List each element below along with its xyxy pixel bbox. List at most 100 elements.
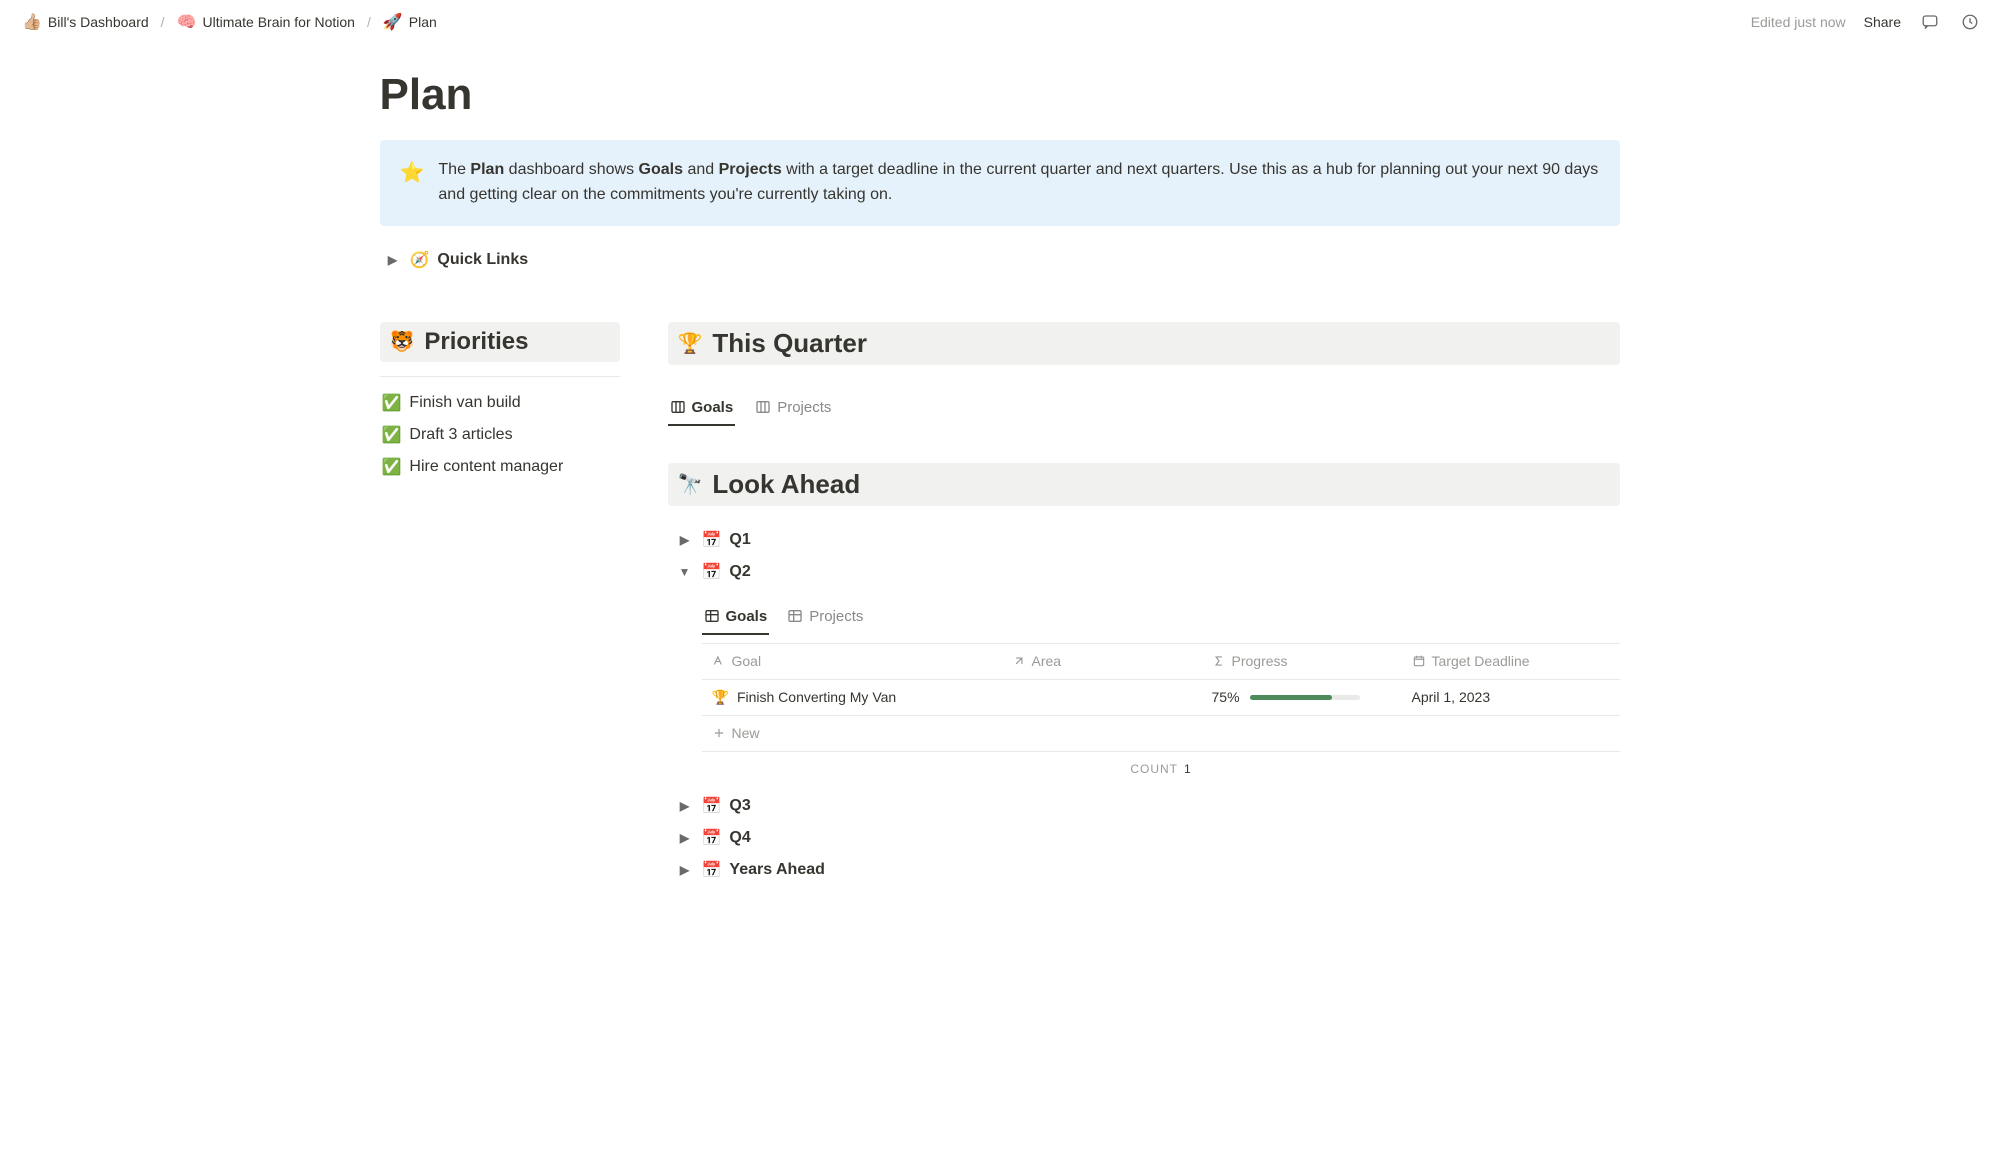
toggle-label: Q2 <box>729 563 750 581</box>
comments-icon[interactable] <box>1919 11 1941 33</box>
text-icon <box>712 654 726 668</box>
trophy-icon: 🏆 <box>712 689 729 706</box>
calendar-icon: 📅 <box>702 828 722 848</box>
q2-body: Goals Projects Goal <box>668 602 1620 790</box>
breadcrumb-sep: / <box>367 14 371 30</box>
telescope-icon: 🔭 <box>678 472 703 497</box>
toggle-label: Q3 <box>729 797 750 815</box>
section-heading-this-quarter[interactable]: 🏆 This Quarter <box>668 322 1620 365</box>
topbar: 👍🏼 Bill's Dashboard / 🧠 Ultimate Brain f… <box>0 0 1999 40</box>
progress-fill <box>1250 695 1333 700</box>
section-title: This Quarter <box>712 328 867 359</box>
tabs-this-quarter: Goals Projects <box>668 393 1620 427</box>
breadcrumb-item-brain[interactable]: 🧠 Ultimate Brain for Notion <box>173 10 359 34</box>
section-title: Look Ahead <box>712 469 860 500</box>
priority-item[interactable]: ✅ Hire content manager <box>380 451 620 483</box>
callout[interactable]: ⭐ The Plan dashboard shows Goals and Pro… <box>380 140 1620 226</box>
table-icon <box>704 608 720 624</box>
new-row[interactable]: New <box>702 716 1620 752</box>
col-label: Area <box>1032 653 1062 669</box>
col-area[interactable]: Area <box>1002 647 1202 675</box>
progress-bar <box>1250 695 1360 700</box>
toggle-years-ahead[interactable]: ▶ 📅 Years Ahead <box>668 854 1620 886</box>
breadcrumb-sep: / <box>161 14 165 30</box>
col-deadline[interactable]: Target Deadline <box>1402 647 1620 675</box>
toggle-q2[interactable]: ▼ 📅 Q2 <box>668 556 1620 588</box>
section-heading-look-ahead[interactable]: 🔭 Look Ahead <box>668 463 1620 506</box>
callout-text: The Plan dashboard shows Goals and Proje… <box>438 158 1599 208</box>
tab-label: Goals <box>692 399 734 416</box>
priority-label: Hire content manager <box>409 458 563 476</box>
priority-item[interactable]: ✅ Draft 3 articles <box>380 419 620 451</box>
star-icon: ⭐ <box>400 158 425 208</box>
thumbs-up-icon: 👍🏼 <box>22 12 42 32</box>
priorities-column: 🐯 Priorities ✅ Finish van build ✅ Draft … <box>380 322 620 886</box>
calendar-icon: 📅 <box>702 796 722 816</box>
date-icon <box>1412 654 1426 668</box>
rocket-icon: 🚀 <box>383 12 403 32</box>
priority-item[interactable]: ✅ Finish van build <box>380 387 620 419</box>
caret-right-icon: ▶ <box>384 251 402 269</box>
new-label: New <box>732 725 760 741</box>
table-row[interactable]: 🏆 Finish Converting My Van 75% April 1, <box>702 680 1620 716</box>
tab-q2-goals[interactable]: Goals <box>702 602 770 635</box>
toggle-q4[interactable]: ▶ 📅 Q4 <box>668 822 1620 854</box>
toggle-q3[interactable]: ▶ 📅 Q3 <box>668 790 1620 822</box>
tab-label: Goals <box>726 608 768 625</box>
toggle-label: Quick Links <box>437 251 528 269</box>
divider <box>380 376 620 377</box>
page: Plan ⭐ The Plan dashboard shows Goals an… <box>340 40 1660 946</box>
col-goal[interactable]: Goal <box>702 647 1002 675</box>
toggle-q1[interactable]: ▶ 📅 Q1 <box>668 524 1620 556</box>
tab-goals[interactable]: Goals <box>668 393 736 426</box>
compass-icon: 🧭 <box>410 250 430 270</box>
cell-deadline: April 1, 2023 <box>1402 681 1620 713</box>
col-label: Goal <box>732 653 762 669</box>
tab-label: Projects <box>777 399 831 416</box>
count-label: COUNT <box>1130 762 1178 776</box>
caret-down-icon: ▼ <box>676 563 694 581</box>
col-label: Target Deadline <box>1432 653 1530 669</box>
count-value: 1 <box>1184 762 1191 776</box>
checkbox-icon: ✅ <box>382 393 402 413</box>
table-header: Goal Area Progress <box>702 644 1620 680</box>
topbar-right: Edited just now Share <box>1751 11 1981 33</box>
breadcrumb-item-plan[interactable]: 🚀 Plan <box>379 10 441 34</box>
relation-icon <box>1012 654 1026 668</box>
checkbox-icon: ✅ <box>382 457 402 477</box>
breadcrumb: 👍🏼 Bill's Dashboard / 🧠 Ultimate Brain f… <box>18 10 441 34</box>
cell-text: Finish Converting My Van <box>737 689 896 705</box>
col-label: Progress <box>1232 653 1288 669</box>
toggle-quick-links[interactable]: ▶ 🧭 Quick Links <box>380 244 1620 276</box>
q2-goals-table: Goal Area Progress <box>702 643 1620 752</box>
brain-icon: 🧠 <box>177 12 197 32</box>
board-icon <box>755 399 771 415</box>
page-title[interactable]: Plan <box>380 70 1620 120</box>
tabs-q2: Goals Projects <box>702 602 1620 635</box>
breadcrumb-label: Bill's Dashboard <box>48 14 149 30</box>
section-title: Priorities <box>424 328 528 356</box>
col-progress[interactable]: Progress <box>1202 647 1402 675</box>
share-button[interactable]: Share <box>1864 14 1901 30</box>
checkbox-icon: ✅ <box>382 425 402 445</box>
caret-right-icon: ▶ <box>676 531 694 549</box>
tab-q2-projects[interactable]: Projects <box>785 602 865 635</box>
progress-pct: 75% <box>1212 689 1240 705</box>
trophy-icon: 🏆 <box>678 331 703 356</box>
table-icon <box>787 608 803 624</box>
look-ahead: 🔭 Look Ahead ▶ 📅 Q1 ▼ 📅 Q2 <box>668 463 1620 886</box>
caret-right-icon: ▶ <box>676 829 694 847</box>
priority-label: Finish van build <box>409 394 520 412</box>
section-heading-priorities[interactable]: 🐯 Priorities <box>380 322 620 362</box>
priority-label: Draft 3 articles <box>409 426 512 444</box>
breadcrumb-item-dashboard[interactable]: 👍🏼 Bill's Dashboard <box>18 10 153 34</box>
tab-projects[interactable]: Projects <box>753 393 833 426</box>
history-icon[interactable] <box>1959 11 1981 33</box>
count-row: COUNT 1 <box>702 752 1620 790</box>
cell-progress: 75% <box>1202 681 1402 713</box>
toggle-label: Q4 <box>729 829 750 847</box>
tab-label: Projects <box>809 608 863 625</box>
caret-right-icon: ▶ <box>676 797 694 815</box>
breadcrumb-label: Ultimate Brain for Notion <box>202 14 355 30</box>
cell-goal: 🏆 Finish Converting My Van <box>702 681 1002 714</box>
